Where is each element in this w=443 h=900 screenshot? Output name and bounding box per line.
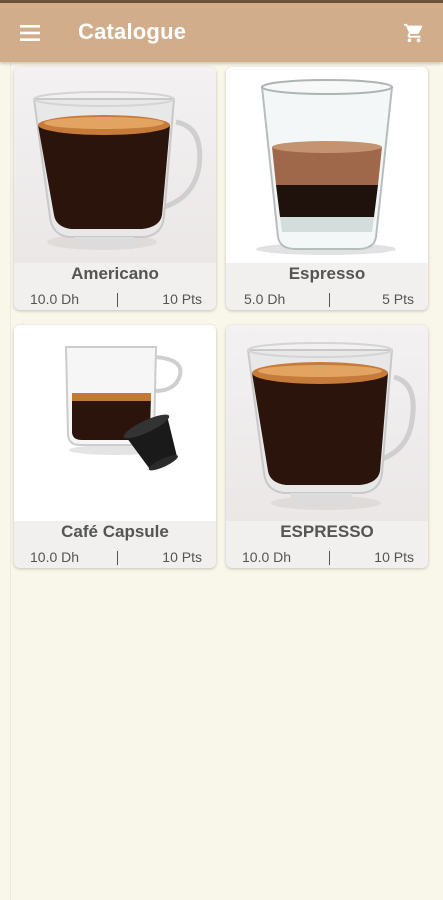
product-price: 10.0 Dh: [30, 291, 80, 307]
americano-cup-image: [14, 67, 216, 263]
cafe-capsule-image: [14, 325, 216, 521]
app-bar: Catalogue: [0, 3, 443, 62]
page-title: Catalogue: [78, 19, 187, 44]
product-price: 5.0 Dh: [244, 291, 286, 307]
price-points-divider: [329, 293, 330, 307]
product-points: 10 Pts: [162, 291, 202, 307]
product-name: Café Capsule: [61, 522, 169, 541]
product-name: Espresso: [288, 264, 366, 283]
price-points-divider: [117, 551, 118, 565]
product-name: ESPRESSO: [280, 522, 374, 541]
product-card-espresso[interactable]: Espresso 5.0 Dh 5 Pts: [226, 67, 428, 310]
espresso-glass-image: [226, 67, 428, 263]
cart-button[interactable]: [398, 18, 430, 48]
product-card-cafe-capsule[interactable]: Café Capsule 10.0 Dh 10 Pts: [14, 325, 216, 568]
product-name: Americano: [71, 264, 159, 283]
catalogue-content: Americano 10.0 Dh 10 Pts Espresso 5.0 Dh: [10, 62, 441, 900]
product-price: 10.0 Dh: [242, 549, 292, 565]
cart-icon: [403, 23, 423, 43]
price-points-divider: [329, 551, 330, 565]
product-points: 10 Pts: [374, 549, 414, 565]
espresso-cup-image: [226, 325, 428, 521]
price-points-divider: [117, 293, 118, 307]
menu-icon: [20, 25, 40, 41]
product-points: 10 Pts: [162, 549, 202, 565]
product-price: 10.0 Dh: [30, 549, 80, 565]
product-card-espresso-upper[interactable]: ESPRESSO 10.0 Dh 10 Pts: [226, 325, 428, 568]
product-card-americano[interactable]: Americano 10.0 Dh 10 Pts: [14, 67, 216, 310]
product-points: 5 Pts: [382, 291, 414, 307]
menu-button[interactable]: [13, 18, 47, 48]
